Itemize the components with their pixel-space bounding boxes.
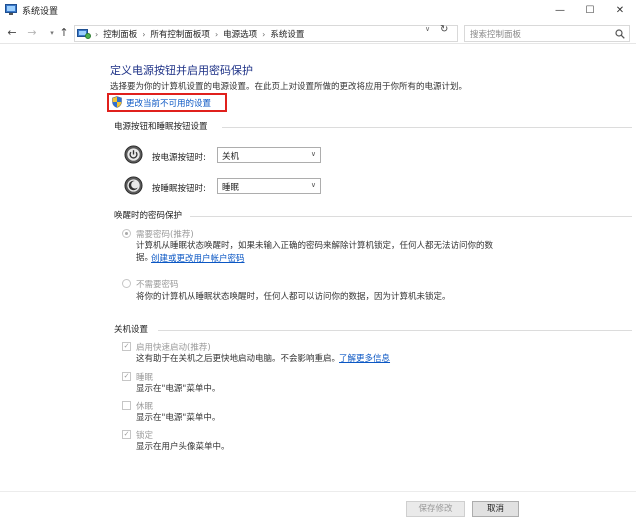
sleep-menu-checkbox[interactable]: ✓: [122, 372, 131, 381]
require-password-description: 计算机从睡眠状态唤醒时，如果未输入正确的密码来解除计算机锁定，任何人都无法访问你…: [136, 241, 494, 251]
power-button-action-select[interactable]: 关机 ∨: [217, 147, 321, 163]
hibernate-menu-checkbox[interactable]: [122, 401, 131, 410]
breadcrumb-item-system-settings[interactable]: 系统设置: [270, 30, 304, 40]
minimize-button[interactable]: —: [545, 0, 575, 20]
section-divider: [222, 127, 632, 128]
back-arrow-icon[interactable]: ←: [6, 26, 18, 40]
recent-locations-chevron-icon[interactable]: ▾: [46, 26, 58, 40]
sleep-button-action-value: 睡眠: [222, 183, 240, 193]
uac-shield-icon: [112, 96, 122, 108]
section-divider: [190, 216, 632, 217]
footer-divider: [0, 491, 636, 492]
page-description: 选择要为你的计算机设置的电源设置。在此页上对设置所做的更改将应用于你所有的电源计…: [110, 82, 468, 92]
lock-menu-label: 锁定: [136, 431, 154, 441]
sleep-button-label: 按睡眠按钮时:: [152, 184, 206, 194]
up-arrow-icon[interactable]: ↑: [58, 26, 70, 40]
save-changes-button[interactable]: 保存修改: [406, 501, 465, 517]
lock-menu-description: 显示在用户头像菜单中。: [136, 442, 230, 452]
address-bar[interactable]: › 控制面板 › 所有控制面板项 › 电源选项 › 系统设置: [74, 25, 458, 42]
sleep-menu-description: 显示在"电源"菜单中。: [136, 384, 221, 394]
power-button-action-value: 关机: [222, 152, 240, 162]
change-unavailable-settings-link[interactable]: 更改当前不可用的设置: [126, 97, 211, 109]
wake-password-section-title: 唤醒时的密码保护: [114, 211, 183, 221]
close-button[interactable]: ✕: [605, 0, 635, 20]
breadcrumb-item-all-items[interactable]: 所有控制面板项: [150, 30, 210, 40]
maximize-button[interactable]: ☐: [575, 0, 605, 20]
fast-startup-label: 启用快速启动(推荐): [136, 343, 211, 353]
no-password-description: 将你的计算机从睡眠状态唤醒时，任何人都可以访问你的数据，因为计算机未锁定。: [136, 292, 451, 302]
search-placeholder: 搜索控制面板: [470, 30, 522, 40]
require-password-radio[interactable]: [122, 229, 131, 238]
power-buttons-section-title: 电源按钮和睡眠按钮设置: [114, 122, 208, 132]
control-panel-app-icon: [5, 4, 17, 15]
create-password-link[interactable]: 创建或更改用户帐户密码: [151, 253, 245, 265]
address-history-chevron-icon[interactable]: ∨: [425, 25, 430, 33]
search-icon[interactable]: [615, 29, 625, 39]
section-divider: [158, 330, 632, 331]
breadcrumb-separator[interactable]: ›: [262, 30, 265, 39]
breadcrumb-item-power-options[interactable]: 电源选项: [223, 30, 257, 40]
sleep-button-action-select[interactable]: 睡眠 ∨: [217, 178, 321, 194]
no-password-label: 不需要密码: [136, 280, 179, 290]
lock-menu-checkbox[interactable]: ✓: [122, 430, 131, 439]
fast-startup-checkbox[interactable]: ✓: [122, 342, 131, 351]
breadcrumb: › 控制面板 › 所有控制面板项 › 电源选项 › 系统设置: [95, 28, 304, 40]
forward-arrow-icon[interactable]: →: [26, 26, 38, 40]
hibernate-menu-description: 显示在"电源"菜单中。: [136, 413, 221, 423]
breadcrumb-item-control-panel[interactable]: 控制面板: [103, 30, 137, 40]
no-password-radio[interactable]: [122, 279, 131, 288]
shutdown-section-title: 关机设置: [114, 325, 149, 335]
fast-startup-description: 这有助于在关机之后更快地启动电脑。不会影响重启。: [136, 354, 341, 364]
power-button-label: 按电源按钮时:: [152, 153, 206, 163]
breadcrumb-separator[interactable]: ›: [142, 30, 145, 39]
power-button-icon: [124, 145, 143, 164]
breadcrumb-separator: ›: [95, 30, 99, 39]
page-title: 定义电源按钮并启用密码保护: [110, 64, 253, 77]
window-title: 系统设置: [22, 7, 59, 17]
hibernate-menu-label: 休眠: [136, 402, 154, 412]
cancel-button[interactable]: 取消: [472, 501, 519, 517]
control-panel-icon: [77, 29, 91, 39]
sleep-button-icon: [124, 176, 143, 195]
chevron-down-icon: ∨: [310, 150, 316, 158]
require-password-label: 需要密码(推荐): [136, 230, 194, 240]
title-bar: 系统设置 — ☐ ✕: [0, 0, 636, 20]
sleep-menu-label: 睡眠: [136, 373, 154, 383]
chevron-down-icon: ∨: [310, 181, 316, 189]
refresh-icon[interactable]: ↻: [440, 24, 448, 35]
breadcrumb-separator[interactable]: ›: [215, 30, 218, 39]
search-input[interactable]: 搜索控制面板: [464, 25, 630, 42]
learn-more-link[interactable]: 了解更多信息: [339, 353, 390, 365]
